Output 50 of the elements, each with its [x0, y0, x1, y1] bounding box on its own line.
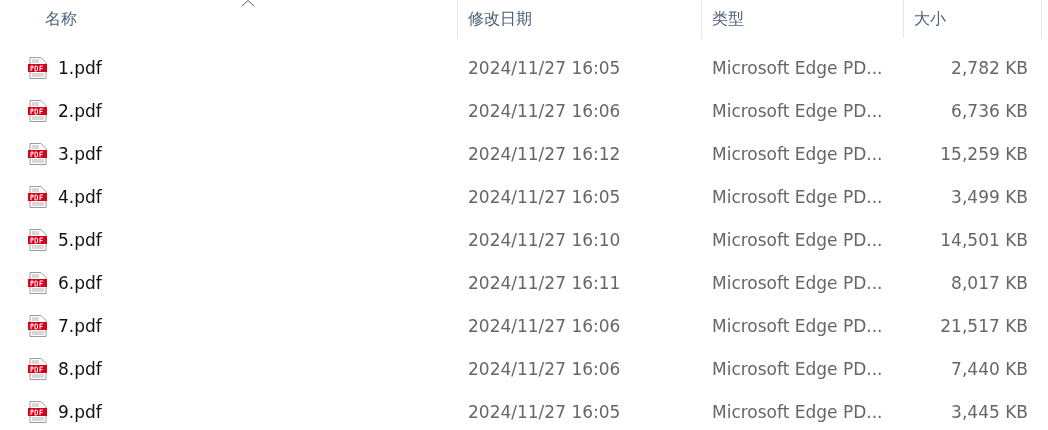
file-name[interactable]: 8.pdf	[58, 358, 102, 379]
file-type: Microsoft Edge PD...	[711, 358, 884, 379]
modified-date: 2024/11/27 16:05	[467, 186, 622, 207]
file-name[interactable]: 2.pdf	[58, 100, 102, 121]
file-type: Microsoft Edge PD...	[711, 143, 884, 164]
modified-date: 2024/11/27 16:06	[467, 315, 622, 336]
modified-date: 2024/11/27 16:05	[467, 57, 622, 78]
modified-date: 2024/11/27 16:12	[467, 143, 622, 164]
file-type: Microsoft Edge PD...	[711, 315, 884, 336]
file-name[interactable]: 3.pdf	[58, 143, 102, 164]
modified-date: 2024/11/27 16:06	[467, 358, 622, 379]
file-size: 14,501 KB	[940, 229, 1029, 250]
pdf-file-icon	[28, 142, 48, 165]
sort-caret-icon	[241, 0, 255, 6]
file-size: 3,499 KB	[951, 186, 1029, 207]
pdf-file-icon	[28, 185, 48, 208]
file-size: 21,517 KB	[940, 315, 1029, 336]
file-type: Microsoft Edge PD...	[711, 272, 884, 293]
modified-date: 2024/11/27 16:05	[467, 401, 622, 422]
pdf-file-icon	[28, 271, 48, 294]
file-type: Microsoft Edge PD...	[711, 401, 884, 422]
pdf-file-icon	[28, 314, 48, 337]
column-header[interactable]: 修改日期	[468, 8, 532, 30]
file-name[interactable]: 7.pdf	[58, 315, 102, 336]
pdf-file-icon	[28, 357, 48, 380]
column-header[interactable]: 类型	[712, 8, 744, 30]
file-size: 2,782 KB	[951, 57, 1029, 78]
pdf-file-icon	[28, 99, 48, 122]
modified-date: 2024/11/27 16:06	[467, 100, 622, 121]
file-size: 3,445 KB	[951, 401, 1029, 422]
file-type: Microsoft Edge PD...	[711, 57, 884, 78]
file-type: Microsoft Edge PD...	[711, 186, 884, 207]
modified-date: 2024/11/27 16:10	[467, 229, 622, 250]
pdf-file-icon	[28, 228, 48, 251]
file-name[interactable]: 5.pdf	[58, 229, 102, 250]
file-name[interactable]: 4.pdf	[58, 186, 102, 207]
file-size: 6,736 KB	[951, 100, 1029, 121]
file-size: 8,017 KB	[951, 272, 1029, 293]
pdf-file-icon	[28, 56, 48, 79]
file-name[interactable]: 9.pdf	[58, 401, 102, 422]
modified-date: 2024/11/27 16:11	[467, 272, 622, 293]
file-name[interactable]: 1.pdf	[58, 57, 102, 78]
file-size: 7,440 KB	[951, 358, 1029, 379]
file-type: Microsoft Edge PD...	[711, 100, 884, 121]
file-type: Microsoft Edge PD...	[711, 229, 884, 250]
file-size: 15,259 KB	[940, 143, 1029, 164]
file-name[interactable]: 6.pdf	[58, 272, 102, 293]
column-header[interactable]: 大小	[914, 8, 946, 30]
pdf-file-icon	[28, 400, 48, 423]
column-header[interactable]: 名称	[45, 8, 77, 30]
